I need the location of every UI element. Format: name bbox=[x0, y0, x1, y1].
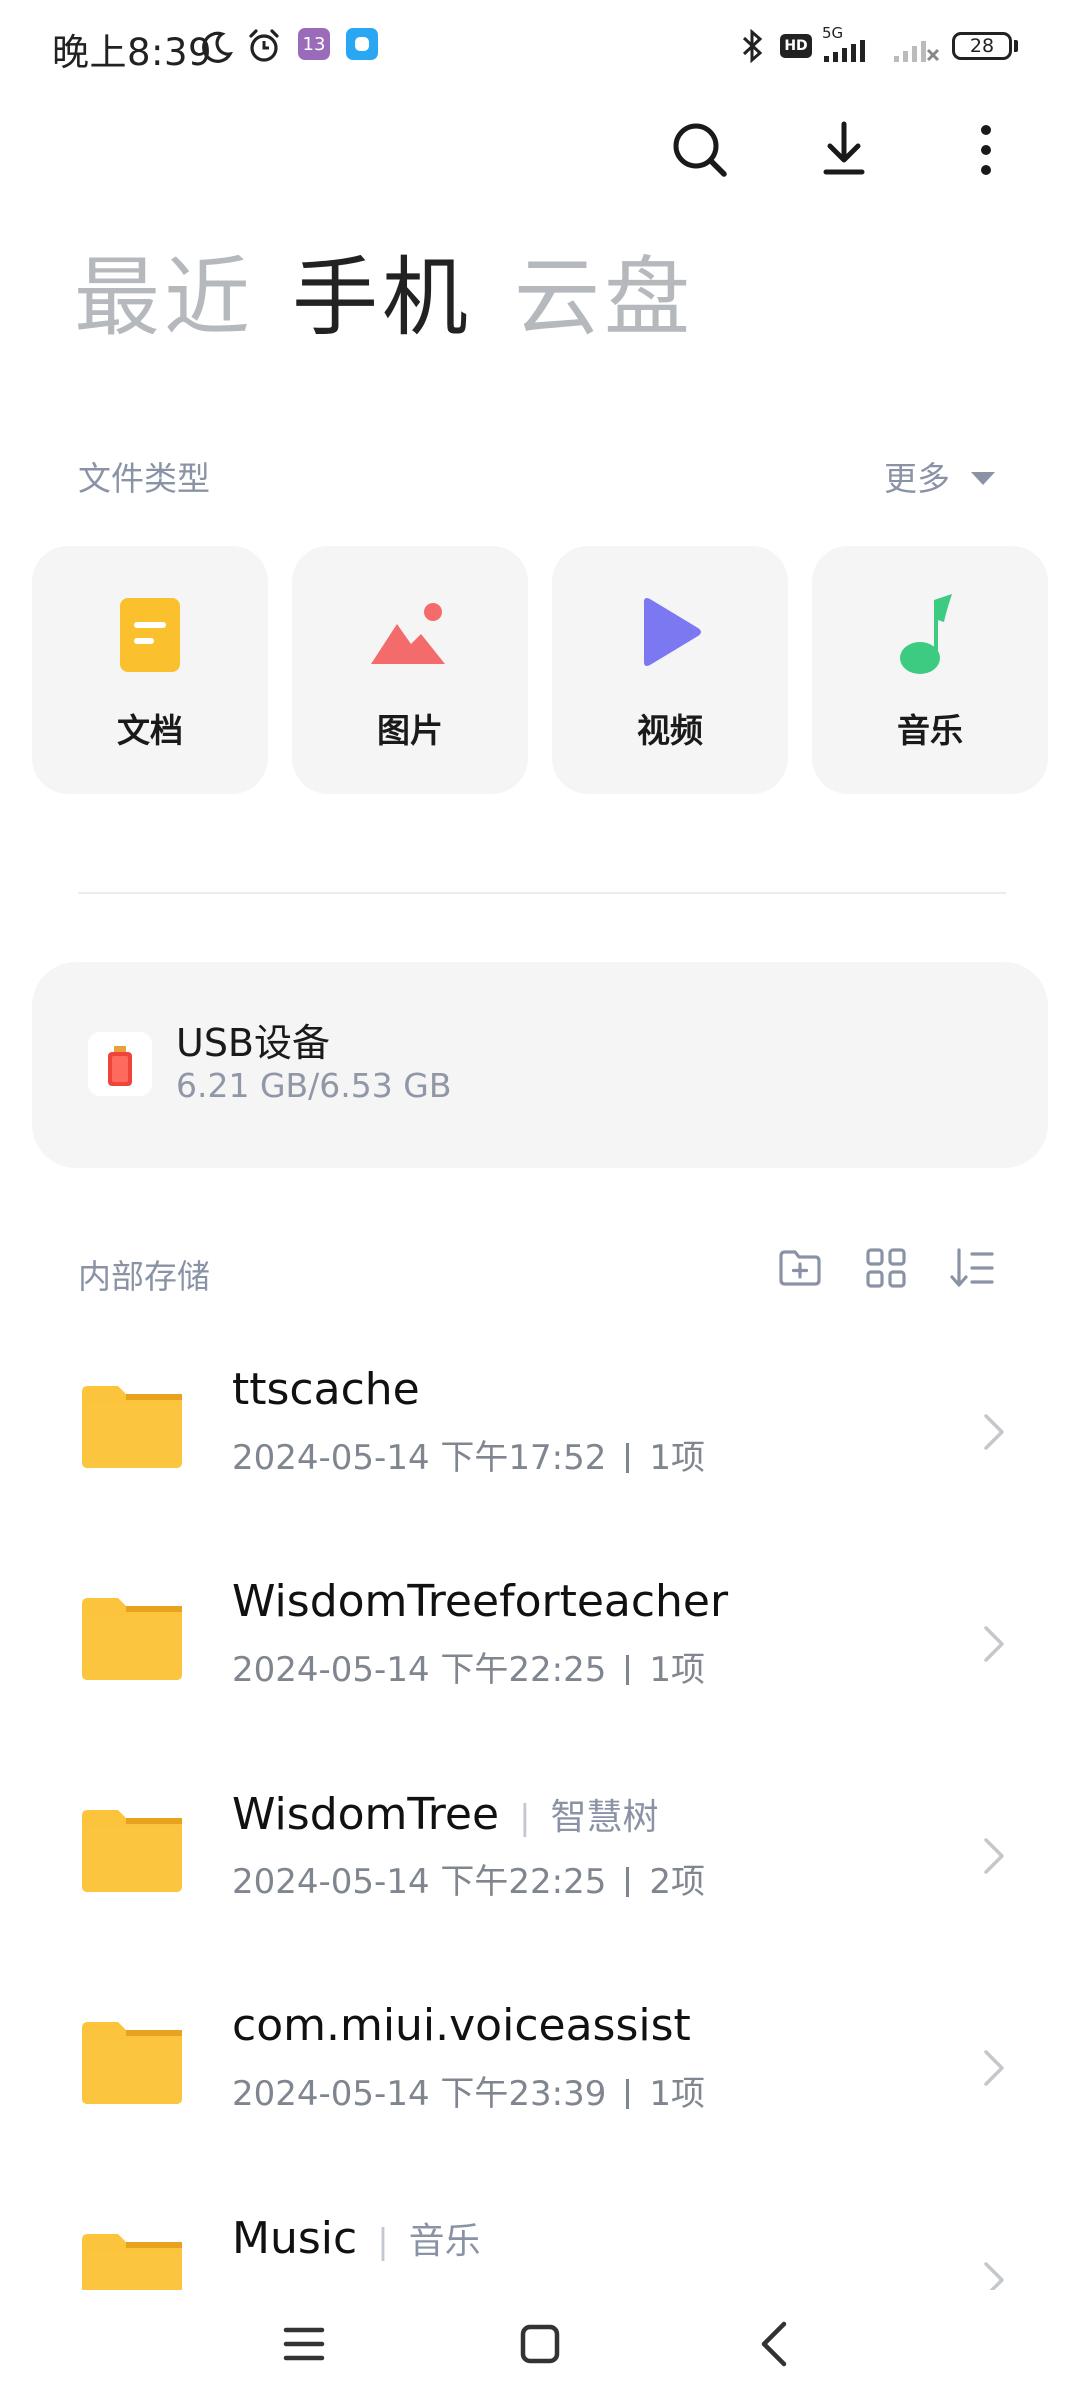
usb-device-card[interactable]: USB设备 6.21 GB/6.53 GB bbox=[32, 962, 1048, 1168]
internal-storage-title: 内部存储 bbox=[78, 1257, 210, 1296]
video-play-icon bbox=[644, 598, 701, 666]
folder-meta: 2024-05-14 下午22:25 1项 bbox=[232, 1642, 705, 1691]
navigation-bar bbox=[0, 2290, 1080, 2400]
new-folder-icon[interactable] bbox=[776, 1244, 824, 1292]
file-type-label: 文档 bbox=[117, 711, 183, 750]
app-notification-icon: 13 bbox=[298, 28, 330, 60]
moon-icon bbox=[202, 31, 233, 63]
file-type-label: 音乐 bbox=[897, 711, 963, 750]
chevron-right-icon bbox=[984, 2050, 1004, 2086]
music-note-icon bbox=[900, 594, 952, 674]
folder-count: 1项 bbox=[649, 1650, 706, 1690]
image-icon bbox=[371, 603, 445, 664]
meta-separator bbox=[626, 2079, 630, 2109]
folder-meta: 2024-05-14 下午23:39 1项 bbox=[232, 2066, 705, 2115]
folder-name: WisdomTreeforteacher bbox=[232, 1576, 729, 1627]
folder-meta: 2024-05-14 下午22:25 2项 bbox=[232, 1854, 705, 1903]
folder-icon bbox=[82, 1386, 182, 1468]
alias-separator: | bbox=[377, 2222, 389, 2262]
hd-voice-badge: HD bbox=[780, 34, 812, 58]
folder-icon bbox=[82, 2022, 182, 2104]
tab-phone[interactable]: 手机 bbox=[292, 248, 472, 348]
folder-name: ttscache bbox=[232, 1364, 420, 1415]
file-type-label: 视频 bbox=[637, 711, 703, 750]
search-icon[interactable] bbox=[668, 118, 732, 182]
tab-recent[interactable]: 最近 bbox=[74, 248, 254, 348]
usb-drive-icon bbox=[88, 1032, 152, 1096]
chat-app-icon bbox=[346, 28, 378, 60]
folder-row-music[interactable]: Music | 音乐 bbox=[0, 2178, 1080, 2290]
alarm-icon bbox=[249, 29, 279, 62]
more-file-types-button[interactable]: 更多 bbox=[884, 452, 997, 500]
meta-separator bbox=[626, 1655, 630, 1685]
home-icon[interactable] bbox=[510, 2314, 570, 2374]
folder-icon bbox=[82, 1598, 182, 1680]
battery-tip bbox=[1014, 40, 1018, 52]
menu-icon[interactable] bbox=[274, 2314, 334, 2374]
file-types-title: 文件类型 bbox=[78, 459, 210, 498]
battery-indicator: 28 bbox=[952, 32, 1012, 60]
folder-row-wisdomtree[interactable]: WisdomTree | 智慧树 2024-05-14 下午22:25 2项 bbox=[0, 1754, 1080, 1966]
signal-no-service-icon bbox=[894, 41, 940, 62]
download-icon[interactable] bbox=[812, 118, 876, 182]
meta-separator bbox=[626, 1867, 630, 1897]
folder-icon bbox=[82, 1810, 182, 1892]
folder-row-ttscache[interactable]: ttscache 2024-05-14 下午17:52 1项 bbox=[0, 1330, 1080, 1542]
document-icon bbox=[120, 598, 180, 672]
folder-date: 2024-05-14 下午22:25 bbox=[232, 1650, 607, 1690]
status-time: 晚上8:39 bbox=[52, 31, 213, 74]
folder-icon bbox=[82, 2234, 182, 2290]
status-bar: 晚上8:39 13 HD 5G 28 bbox=[0, 0, 1080, 92]
folder-name: WisdomTree bbox=[232, 1789, 500, 1840]
file-type-videos[interactable]: 视频 bbox=[552, 546, 788, 794]
folder-name: Music bbox=[232, 2213, 358, 2264]
file-type-music[interactable]: 音乐 bbox=[812, 546, 1048, 794]
chevron-right-icon bbox=[984, 1626, 1004, 1662]
bluetooth-icon bbox=[742, 28, 763, 64]
file-type-label: 图片 bbox=[377, 711, 443, 750]
section-divider bbox=[78, 892, 1006, 894]
folder-name-group: Music | 音乐 bbox=[232, 2212, 481, 2264]
signal-icon bbox=[824, 40, 865, 62]
folder-count: 1项 bbox=[649, 2074, 706, 2114]
folder-count: 1项 bbox=[649, 1438, 706, 1478]
file-type-documents[interactable]: 文档 bbox=[32, 546, 268, 794]
more-label: 更多 bbox=[884, 459, 950, 498]
meta-separator bbox=[626, 1443, 630, 1473]
folder-alias: 智慧树 bbox=[550, 1797, 659, 1838]
folder-date: 2024-05-14 下午17:52 bbox=[232, 1438, 607, 1478]
folder-count: 2项 bbox=[649, 1862, 706, 1902]
folder-row-wisdomtreeforteacher[interactable]: WisdomTreeforteacher 2024-05-14 下午22:25 1… bbox=[0, 1542, 1080, 1754]
grid-view-icon[interactable] bbox=[862, 1244, 910, 1292]
folder-row-voiceassist[interactable]: com.miui.voiceassist 2024-05-14 下午23:39 1… bbox=[0, 1966, 1080, 2178]
chevron-right-icon bbox=[984, 2262, 1004, 2290]
folder-date: 2024-05-14 下午22:25 bbox=[232, 1862, 607, 1902]
folder-name-group: WisdomTree | 智慧树 bbox=[232, 1788, 659, 1840]
tab-cloud[interactable]: 云盘 bbox=[514, 248, 694, 348]
chevron-right-icon bbox=[984, 1838, 1004, 1874]
usb-device-size: 6.21 GB/6.53 GB bbox=[176, 1066, 452, 1105]
alias-separator: | bbox=[519, 1798, 531, 1838]
chevron-right-icon bbox=[984, 1414, 1004, 1450]
back-icon[interactable] bbox=[746, 2314, 806, 2374]
file-type-images[interactable]: 图片 bbox=[292, 546, 528, 794]
folder-meta: 2024-05-14 下午17:52 1项 bbox=[232, 1430, 705, 1479]
more-vert-icon[interactable] bbox=[954, 118, 1018, 182]
usb-device-name: USB设备 bbox=[176, 1021, 331, 1065]
sort-icon[interactable] bbox=[948, 1244, 996, 1292]
folder-date: 2024-05-14 下午23:39 bbox=[232, 2074, 607, 2114]
folder-name: com.miui.voiceassist bbox=[232, 2000, 691, 2051]
folder-alias: 音乐 bbox=[408, 2221, 481, 2262]
chevron-down-icon bbox=[970, 472, 995, 485]
